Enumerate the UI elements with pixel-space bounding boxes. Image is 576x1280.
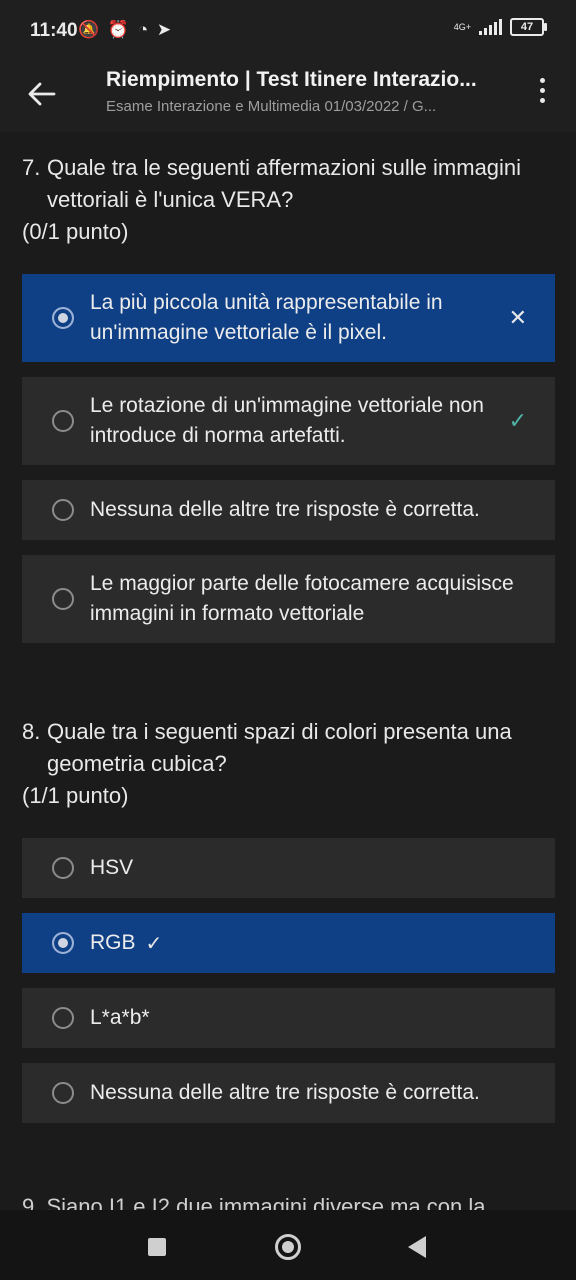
option-label: Le rotazione di un'immagine vettoriale n… [90, 394, 484, 447]
answer-option[interactable]: Nessuna delle altre tre risposte è corre… [22, 1063, 555, 1123]
bell-off-icon: 🔕 [78, 20, 102, 39]
option-label: Nessuna delle altre tre risposte è corre… [90, 498, 480, 521]
radio-button[interactable] [52, 410, 74, 432]
page-subtitle: Esame Interazione e Multimedia 01/03/202… [106, 98, 437, 115]
question-score: (0/1 punto) [22, 219, 129, 244]
battery-level: 47 [520, 21, 534, 33]
question-score: (1/1 punto) [22, 783, 129, 808]
question-text: Quale tra i seguenti spazi di colori pre… [47, 719, 512, 776]
answer-option[interactable]: HSV [22, 838, 555, 898]
system-nav-bar [0, 1210, 576, 1280]
signal-icon [479, 19, 502, 35]
battery-icon: 47 [510, 18, 547, 36]
radio-button[interactable] [52, 588, 74, 610]
answer-option[interactable]: La più piccola unità rappresentabile in … [22, 274, 555, 362]
option-label: RGB [90, 931, 136, 954]
notification-icons: 🔕 ⏰ ◔ ➤ [78, 20, 173, 40]
status-indicators: 4G+ 47 [453, 18, 547, 36]
option-label: Le maggior parte delle fotocamere acquis… [90, 572, 514, 625]
question-7: 7. Quale tra le seguenti affermazioni su… [22, 152, 552, 248]
more-options-icon[interactable] [530, 78, 554, 108]
wrong-icon: ✕ [508, 305, 527, 330]
option-label: Nessuna delle altre tre risposte è corre… [90, 1081, 480, 1104]
telegram-icon: ➤ [156, 20, 174, 39]
back-icon[interactable] [408, 1236, 426, 1258]
status-bar: 11:40 🔕 ⏰ ◔ ➤ 4G+ 47 [0, 0, 576, 64]
check-icon: ✓ [145, 932, 163, 955]
answer-option[interactable]: RGB ✓ [22, 913, 555, 973]
recent-apps-icon[interactable] [148, 1238, 166, 1256]
back-arrow-icon[interactable] [24, 76, 60, 112]
radio-button[interactable] [52, 932, 74, 954]
alarm-icon: ⏰ [107, 20, 132, 39]
answer-option[interactable]: Le rotazione di un'immagine vettoriale n… [22, 377, 555, 465]
radio-button[interactable] [52, 307, 74, 329]
radio-button[interactable] [52, 499, 74, 521]
answer-option[interactable]: Nessuna delle altre tre risposte è corre… [22, 480, 555, 540]
radio-button[interactable] [52, 1007, 74, 1029]
page-title: Riempimento | Test Itinere Interazio... [106, 68, 477, 91]
option-label: La più piccola unità rappresentabile in … [90, 291, 443, 344]
correct-answer-icon: ✓ [508, 408, 527, 433]
answer-option[interactable]: Le maggior parte delle fotocamere acquis… [22, 555, 555, 643]
network-type: 4G+ [453, 21, 471, 32]
question-number: 8. [22, 719, 41, 744]
whatsapp-icon: ◔ [137, 20, 151, 39]
app-bar: Riempimento | Test Itinere Interazio... … [0, 64, 576, 132]
option-label: HSV [90, 856, 134, 879]
option-label: L*a*b* [90, 1006, 150, 1029]
radio-button[interactable] [52, 857, 74, 879]
question-8: 8. Quale tra i seguenti spazi di colori … [22, 716, 552, 812]
answer-option[interactable]: L*a*b* [22, 988, 555, 1048]
home-icon[interactable] [275, 1234, 301, 1260]
radio-button[interactable] [52, 1082, 74, 1104]
question-text: Quale tra le seguenti affermazioni sulle… [47, 155, 522, 212]
status-time: 11:40 [30, 20, 78, 41]
question-number: 7. [22, 155, 41, 180]
